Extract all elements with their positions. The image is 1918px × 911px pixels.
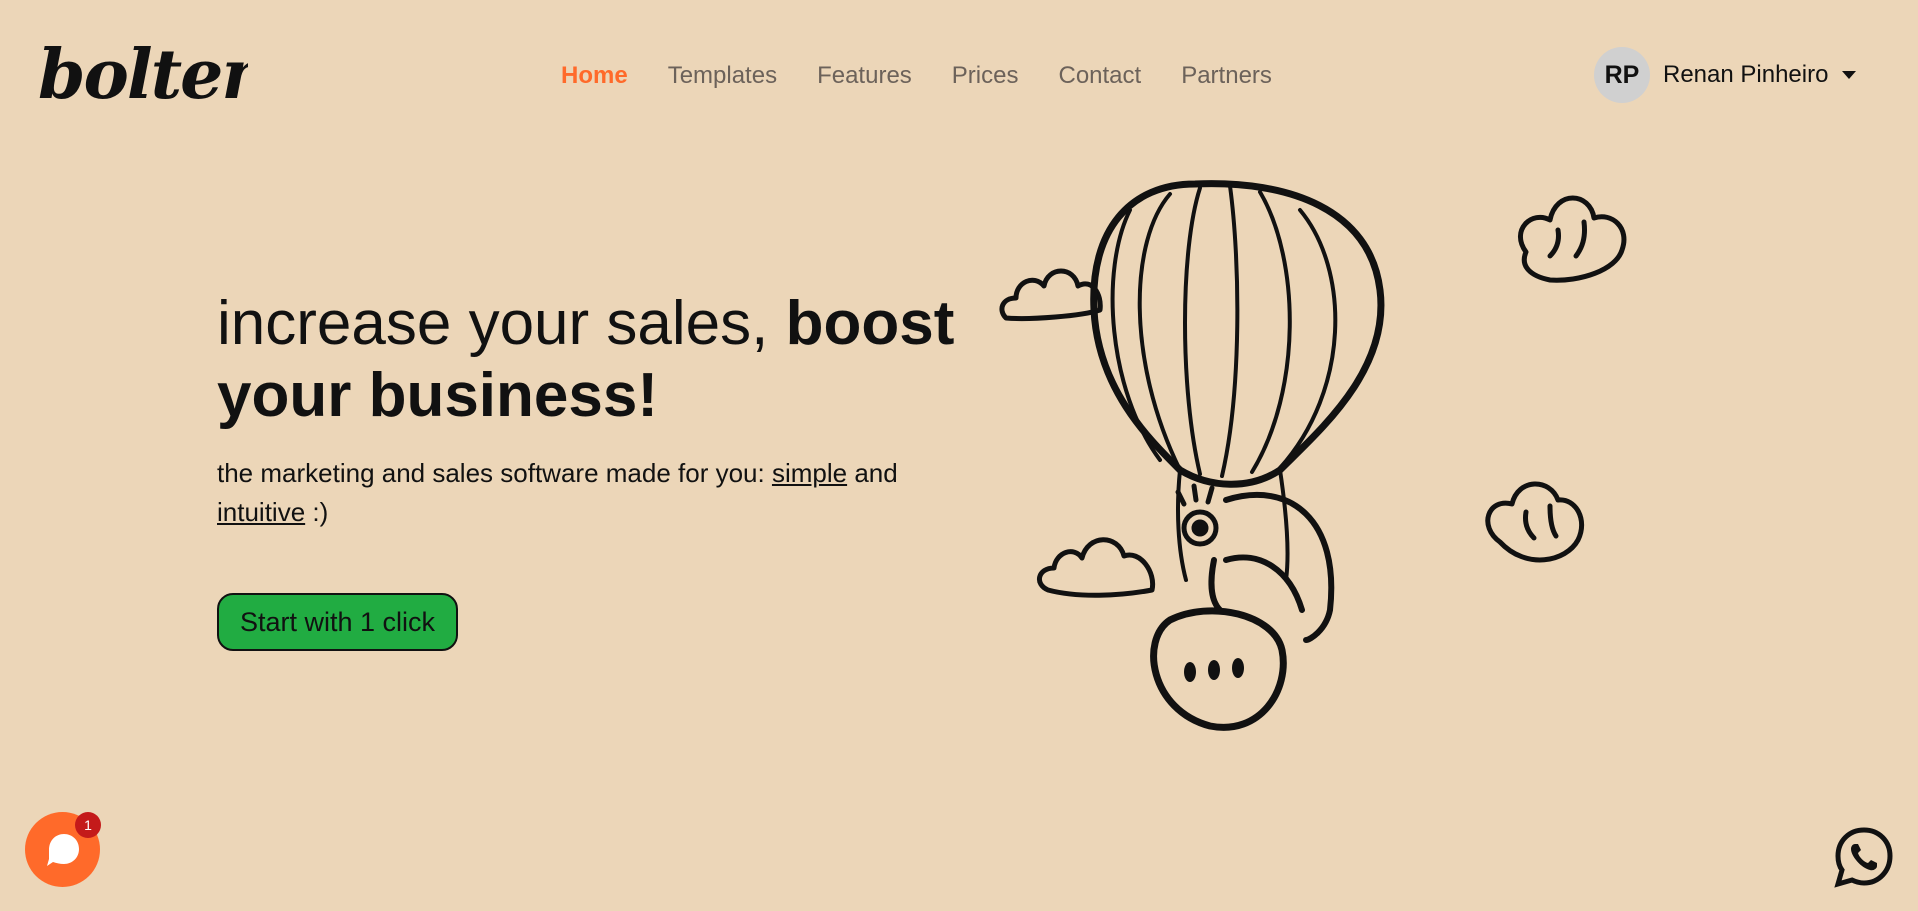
hero-subtitle: the marketing and sales software made fo… — [217, 454, 937, 532]
cloud-icon — [999, 268, 1103, 322]
intuitive-link[interactable]: intuitive — [217, 497, 305, 527]
hero-title-regular: increase your sales, — [217, 289, 786, 358]
svg-text:bolten: bolten — [38, 40, 248, 112]
start-button[interactable]: Start with 1 click — [217, 593, 458, 651]
hero-subtitle-end: :) — [305, 497, 329, 527]
cloud-icon — [1485, 481, 1585, 563]
nav-partners[interactable]: Partners — [1181, 60, 1272, 92]
landing-page: bolten Home Templates Features Prices Co… — [0, 0, 1918, 911]
cloud-icon — [1518, 195, 1627, 283]
hero-title: increase your sales, boost your business… — [217, 288, 957, 432]
chevron-down-icon — [1842, 71, 1857, 79]
user-menu[interactable]: RP Renan Pinheiro — [1594, 47, 1857, 103]
cloud-icon — [1037, 537, 1156, 598]
nav-prices[interactable]: Prices — [952, 60, 1019, 92]
avatar: RP — [1594, 47, 1650, 103]
nav-contact[interactable]: Contact — [1058, 60, 1141, 92]
hero-subtitle-middle: and — [847, 458, 898, 488]
user-name: Renan Pinheiro — [1663, 61, 1829, 88]
notification-badge: 1 — [75, 812, 101, 838]
nav-features[interactable]: Features — [817, 60, 912, 92]
nav-templates[interactable]: Templates — [668, 60, 777, 92]
hero-subtitle-text: the marketing and sales software made fo… — [217, 458, 772, 488]
whatsapp-icon[interactable] — [1833, 826, 1895, 888]
balloon-illustration — [999, 180, 1627, 731]
nav-home[interactable]: Home — [561, 60, 628, 92]
bolten-logo[interactable]: bolten — [38, 40, 248, 112]
main-nav: Home Templates Features Prices Contact P… — [561, 60, 1312, 92]
simple-link[interactable]: simple — [772, 458, 847, 488]
